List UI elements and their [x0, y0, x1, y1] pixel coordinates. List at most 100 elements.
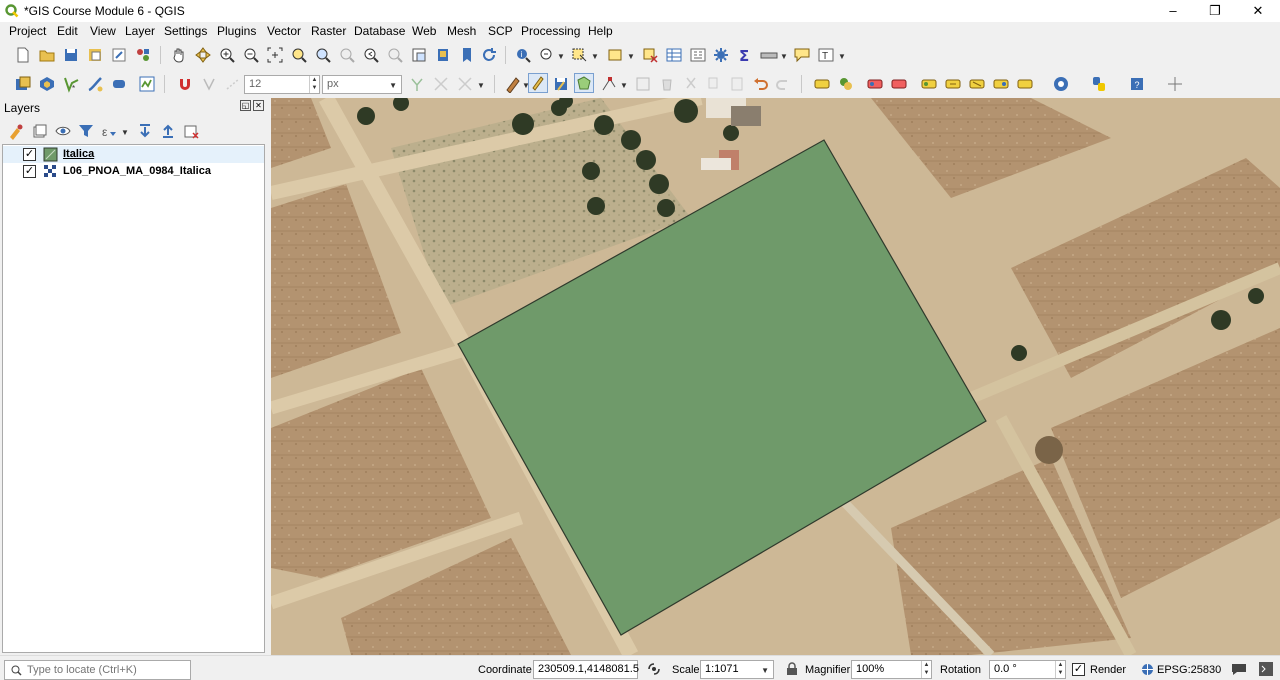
help-icon[interactable]: ? [1128, 75, 1146, 93]
modify-attributes-icon[interactable] [634, 75, 652, 93]
spin-arrows-icon[interactable]: ▲ ▼ [1055, 661, 1065, 678]
menu-view[interactable]: View [90, 24, 116, 38]
layer-item-l06-pnoa[interactable]: ✓ L06_PNOA_MA_0984_Italica [3, 163, 264, 180]
snap-units-select[interactable]: px ▼ [322, 75, 402, 94]
menu-settings[interactable]: Settings [164, 24, 207, 38]
current-edits-icon[interactable] [504, 75, 522, 93]
processing-toolbox-icon[interactable] [712, 46, 730, 64]
select-by-value-icon[interactable] [606, 46, 624, 64]
zoom-out-icon[interactable] [242, 46, 260, 64]
move-label-icon[interactable] [920, 75, 938, 93]
zoom-last-icon[interactable] [362, 46, 380, 64]
label-properties-icon[interactable] [1016, 75, 1034, 93]
topological-editing-icon[interactable] [408, 75, 426, 93]
field-calculator-icon[interactable] [689, 46, 707, 64]
save-project-icon[interactable] [62, 46, 80, 64]
zoom-next-icon[interactable] [386, 46, 404, 64]
toggle-editing-icon[interactable] [528, 73, 548, 93]
redo-icon[interactable] [775, 75, 793, 93]
new-spatialite-layer-icon[interactable] [86, 75, 104, 93]
temporal-controller-icon[interactable] [434, 46, 452, 64]
menu-help[interactable]: Help [588, 24, 613, 38]
crs-icon[interactable] [1141, 663, 1154, 676]
menu-raster[interactable]: Raster [311, 24, 346, 38]
new-map-view-icon[interactable] [410, 46, 428, 64]
scale-combobox[interactable]: 1:1071 ▼ [700, 660, 774, 679]
chevron-down-icon[interactable]: ▼ [121, 128, 129, 137]
spin-arrows-icon[interactable]: ▲ ▼ [921, 661, 931, 678]
select-features-icon[interactable] [570, 46, 588, 64]
chevron-down-icon[interactable]: ▼ [557, 52, 565, 61]
menu-vector[interactable]: Vector [267, 24, 301, 38]
vertex-tool-icon[interactable] [600, 75, 618, 93]
chevron-down-icon[interactable]: ▼ [761, 666, 769, 675]
menu-scp[interactable]: SCP [488, 24, 513, 38]
data-source-manager-icon[interactable] [14, 75, 32, 93]
chevron-down-icon[interactable]: ▼ [838, 52, 846, 61]
map-tips-icon[interactable] [793, 46, 811, 64]
add-polygon-feature-icon[interactable] [574, 73, 594, 93]
menu-plugins[interactable]: Plugins [217, 24, 256, 38]
toggle-extents-icon[interactable] [646, 661, 662, 677]
render-checkbox[interactable]: ✓ [1072, 663, 1085, 676]
chevron-down-icon[interactable]: ▼ [477, 81, 485, 90]
menu-web[interactable]: Web [412, 24, 436, 38]
layer-visibility-checkbox[interactable]: ✓ [23, 148, 36, 161]
magnifier-spinbox[interactable]: 100% ▲ ▼ [851, 660, 932, 679]
identify-icon[interactable]: i [514, 46, 532, 64]
python-console-icon[interactable] [1090, 75, 1108, 93]
rotation-spinbox[interactable]: 0.0 ° ▲ ▼ [989, 660, 1066, 679]
copy-features-icon[interactable] [705, 75, 723, 93]
snap-tolerance-spinbox[interactable]: 12 ▲ ▼ [244, 75, 320, 94]
new-geopackage-layer-icon[interactable] [38, 75, 56, 93]
layer-item-italica[interactable]: ✓ Italica [3, 146, 264, 163]
snap-vertex-icon[interactable] [200, 75, 218, 93]
save-as-icon[interactable] [86, 46, 104, 64]
measure-icon[interactable] [760, 46, 778, 64]
attribute-table-icon[interactable] [665, 46, 683, 64]
map-preview-icon[interactable] [1052, 75, 1070, 93]
pin-labels-icon[interactable] [866, 75, 884, 93]
text-annotation-icon[interactable]: T [817, 46, 835, 64]
highlight-pinned-labels-icon[interactable] [890, 75, 908, 93]
new-shapefile-layer-icon[interactable]: * [62, 75, 80, 93]
locator-search-box[interactable] [4, 660, 191, 680]
delete-selected-icon[interactable] [658, 75, 676, 93]
pan-to-selection-icon[interactable] [194, 46, 212, 64]
actions-icon[interactable] [538, 46, 556, 64]
chevron-down-icon[interactable]: ▼ [620, 81, 628, 90]
close-panel-icon[interactable]: ✕ [253, 100, 264, 111]
scp-band-set-icon[interactable] [138, 75, 156, 93]
collapse-all-icon[interactable] [159, 122, 177, 140]
new-virtual-layer-icon[interactable] [110, 75, 128, 93]
print-layout-icon[interactable] [110, 46, 128, 64]
messages-icon[interactable] [1231, 662, 1247, 676]
zoom-native-icon[interactable] [338, 46, 356, 64]
chevron-down-icon[interactable]: ▼ [627, 52, 635, 61]
open-project-icon[interactable] [38, 46, 56, 64]
zoom-to-selection-icon[interactable] [290, 46, 308, 64]
snapping-magnet-icon[interactable] [176, 75, 194, 93]
zoom-to-layer-icon[interactable] [314, 46, 332, 64]
menu-layer[interactable]: Layer [125, 24, 155, 38]
locator-input[interactable] [27, 662, 187, 677]
style-manager-icon[interactable] [134, 46, 152, 64]
filter-legend-icon[interactable] [77, 122, 95, 140]
new-project-icon[interactable] [14, 46, 32, 64]
zoom-full-icon[interactable] [266, 46, 284, 64]
paste-features-icon[interactable] [728, 75, 746, 93]
filter-expression-icon[interactable]: ε [100, 122, 118, 140]
menu-processing[interactable]: Processing [521, 24, 580, 38]
snap-intersection-icon[interactable] [432, 75, 450, 93]
float-panel-icon[interactable]: ◱ [240, 100, 251, 111]
undo-icon[interactable] [751, 75, 769, 93]
pan-hand-icon[interactable] [170, 46, 188, 64]
diagram-tool-icon[interactable] [837, 75, 855, 93]
show-hide-labels-icon[interactable] [992, 75, 1010, 93]
menu-edit[interactable]: Edit [57, 24, 78, 38]
statistics-sigma-icon[interactable]: Σ [736, 46, 754, 64]
deselect-icon[interactable] [641, 46, 659, 64]
coordinate-field[interactable]: 230509.1,4148081.5 [533, 660, 639, 679]
crosshair-icon[interactable] [1166, 75, 1184, 93]
bookmark-icon[interactable] [458, 46, 476, 64]
